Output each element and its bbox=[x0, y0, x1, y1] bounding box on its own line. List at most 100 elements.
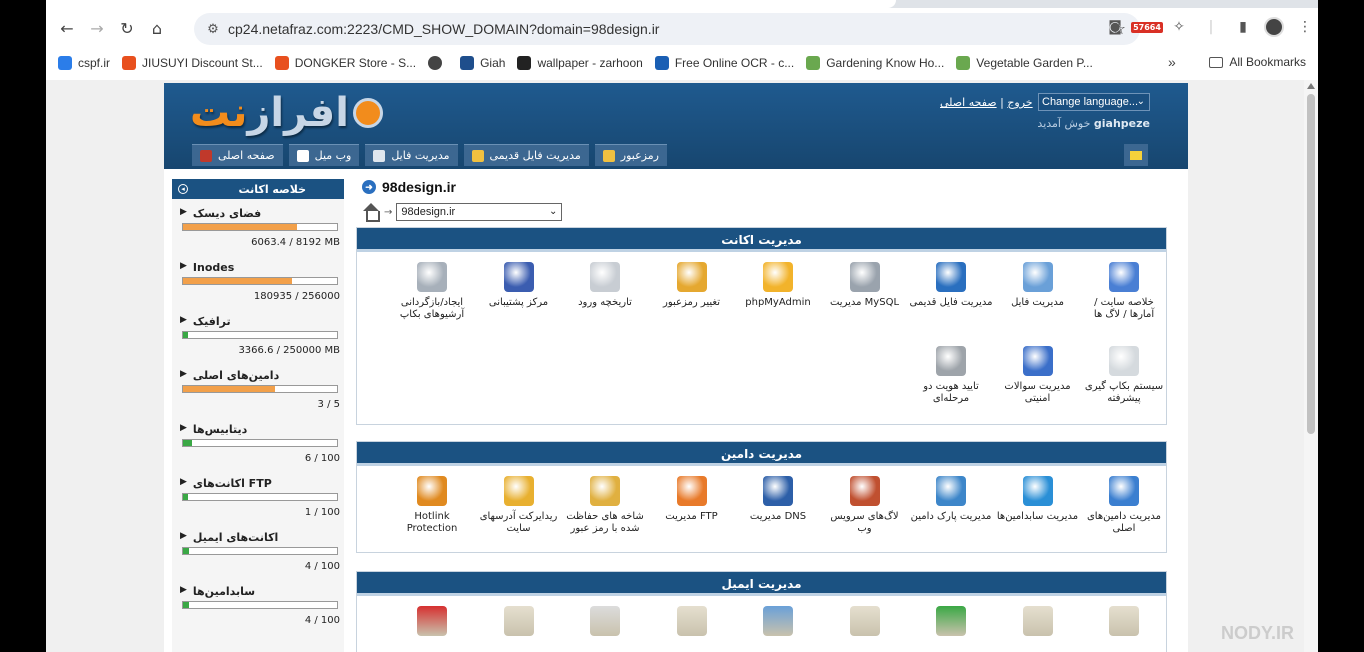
page-scrollbar[interactable] bbox=[1304, 80, 1318, 652]
email-tile[interactable] bbox=[736, 606, 820, 641]
email-tile[interactable] bbox=[563, 606, 647, 641]
sidebar-stat: ▶ سابدامین‌ها 4 / 100 bbox=[172, 577, 344, 631]
sidebar-stat-title[interactable]: ▶ اکانت‌های FTP bbox=[180, 477, 272, 490]
sidebar-stat-title[interactable]: ▶ ترافیک bbox=[180, 315, 231, 328]
sidebar-stat-title[interactable]: ▶ دامین‌های اصلی bbox=[180, 369, 279, 382]
email-tile[interactable] bbox=[823, 606, 907, 641]
home-icon[interactable]: ⌂ bbox=[142, 13, 172, 43]
home-icon[interactable] bbox=[362, 203, 380, 222]
web-log-tile[interactable]: لاگ‌های سرویس وب bbox=[823, 476, 907, 535]
bookmark-item[interactable]: cspf.ir bbox=[58, 56, 110, 70]
side-panel-icon[interactable]: ▮ bbox=[1232, 16, 1254, 38]
subdomains-tile[interactable]: مدیریت سابدامین‌ها bbox=[996, 476, 1080, 523]
support-icon bbox=[503, 262, 534, 292]
email-tile[interactable] bbox=[909, 606, 993, 641]
two-factor-tile[interactable]: تایید هویت دو مرحله‌ای bbox=[909, 346, 993, 405]
gmail-extension-icon[interactable]: 57664 bbox=[1131, 16, 1163, 38]
advanced-backup-icon bbox=[1109, 346, 1139, 376]
menu-icon[interactable]: ⋮ bbox=[1294, 16, 1316, 38]
extensions-icon[interactable]: ✧ bbox=[1168, 16, 1190, 38]
control-panel: افرازنت خروج | صفحه اصلی Change language… bbox=[164, 83, 1188, 652]
site-info-icon[interactable]: ⚙ bbox=[198, 22, 228, 37]
nav-tab-label: وب میل bbox=[314, 149, 352, 162]
messages-button[interactable] bbox=[1124, 144, 1148, 166]
sidebar-stat-title[interactable]: ▶ دیتابیس‌ها bbox=[180, 423, 247, 436]
scrollbar-thumb[interactable] bbox=[1307, 94, 1315, 434]
nav-tab[interactable]: صفحه اصلی bbox=[192, 144, 283, 166]
sidebar-stat-title[interactable]: ▶ اکانت‌های ایمیل bbox=[180, 531, 278, 544]
sidebar-stat: ▶ دامین‌های اصلی 3 / 5 bbox=[172, 361, 344, 415]
sidebar-stat-title[interactable]: ▶ سابدامین‌ها bbox=[180, 585, 255, 598]
file-manager-tile[interactable]: مدیریت فایل bbox=[996, 262, 1080, 309]
logout-link[interactable]: خروج bbox=[1007, 96, 1032, 109]
redirect-tile[interactable]: ریدایرکت آدرسهای سایت bbox=[477, 476, 561, 535]
sidebar-stat-title[interactable]: ▶ فضای دیسک bbox=[180, 207, 261, 220]
tile-label: تاریخچه ورود bbox=[578, 297, 632, 308]
nav-tab[interactable]: رمزعبور bbox=[594, 144, 667, 166]
forward-icon[interactable]: → bbox=[82, 13, 112, 43]
nav-tab-icon bbox=[200, 149, 212, 162]
ftp-tile[interactable]: مدیریت FTP bbox=[650, 476, 734, 523]
nav-tab[interactable]: مدیریت فایل قدیمی bbox=[463, 144, 589, 166]
bookmark-item[interactable]: wallpaper - zarhoon bbox=[517, 56, 643, 70]
bookmark-item[interactable]: Giah bbox=[460, 56, 505, 70]
email-tile[interactable] bbox=[650, 606, 734, 641]
bookmark-item[interactable]: DONGKER Store - S... bbox=[274, 56, 416, 70]
scroll-up-icon[interactable] bbox=[1307, 83, 1315, 89]
email-tile[interactable] bbox=[1082, 606, 1166, 641]
login-history-tile[interactable]: تاریخچه ورود bbox=[563, 262, 647, 309]
home-link[interactable]: صفحه اصلی bbox=[940, 96, 997, 109]
support-tile[interactable]: مرکز پشتیبانی bbox=[477, 262, 561, 309]
dns-icon bbox=[763, 476, 793, 506]
backup-tile[interactable]: ایجاد/بازگردانی آرشیوهای بکاپ bbox=[390, 262, 474, 321]
more-bookmarks-button[interactable]: » bbox=[1168, 54, 1176, 70]
collapse-icon[interactable]: ◂ bbox=[178, 184, 188, 194]
protected-dir-tile[interactable]: شاخه های حفاظت شده با رمز عبور bbox=[563, 476, 647, 535]
email-tile[interactable] bbox=[996, 606, 1080, 641]
protected-dir-icon bbox=[590, 476, 620, 506]
sidebar-header[interactable]: ◂ خلاصه اکانت bbox=[172, 179, 344, 199]
phpmyadmin-tile[interactable]: phpMyAdmin bbox=[736, 262, 820, 309]
address-bar[interactable]: ⚙ cp24.netafraz.com:2223/CMD_SHOW_DOMAIN… bbox=[194, 13, 1140, 45]
back-icon[interactable]: ← bbox=[52, 13, 82, 43]
usage-value: 180935 / 256000 bbox=[253, 291, 340, 302]
url-text[interactable]: cp24.netafraz.com:2223/CMD_SHOW_DOMAIN?d… bbox=[228, 21, 659, 37]
database-tile[interactable]: مدیریت MySQL bbox=[823, 262, 907, 309]
chevron-down-icon: ⌄ bbox=[1136, 96, 1145, 107]
bookmark-favicon-icon bbox=[517, 56, 532, 70]
netafraz-logo[interactable]: افرازنت bbox=[190, 89, 383, 137]
bookmark-item[interactable]: Free Online OCR - c... bbox=[654, 56, 794, 70]
sidebar-stat-title[interactable]: ▶ Inodes bbox=[180, 261, 234, 274]
bookmark-item[interactable]: JIUSUYI Discount St... bbox=[122, 56, 263, 70]
parked-domain-tile[interactable]: مدیریت پارک دامین bbox=[909, 476, 993, 523]
usage-value: 4 / 100 bbox=[304, 615, 340, 626]
lock-icon bbox=[676, 262, 707, 292]
camera-icon[interactable]: ◙ bbox=[1104, 16, 1126, 38]
tile-label: مدیریت سوالات امنیتی bbox=[1004, 381, 1071, 404]
nav-tab[interactable]: مدیریت فایل bbox=[365, 144, 458, 166]
tile-label: مدیریت FTP bbox=[665, 511, 718, 522]
hotlink-tile[interactable]: Hotlink Protection bbox=[390, 476, 474, 535]
language-select[interactable]: Change language... ⌄ bbox=[1038, 93, 1150, 111]
old-file-manager-tile[interactable]: مدیریت فایل قدیمی bbox=[909, 262, 993, 309]
lock-tile[interactable]: تغییر رمزعبور bbox=[650, 262, 734, 309]
section-header: مدیریت ایمیل bbox=[357, 572, 1166, 596]
reload-icon[interactable]: ↻ bbox=[112, 13, 142, 43]
advanced-backup-tile[interactable]: سیستم بکاپ گیری پیشرفته bbox=[1082, 346, 1166, 405]
bookmark-item[interactable]: Gardening Know Ho... bbox=[806, 56, 944, 70]
usage-progress-bar bbox=[182, 385, 338, 393]
all-bookmarks-button[interactable]: All Bookmarks bbox=[1209, 55, 1306, 69]
dns-tile[interactable]: مدیریت DNS bbox=[736, 476, 820, 523]
stats-tile[interactable]: خلاصه سایت / آمارها / لاگ ها bbox=[1082, 262, 1166, 321]
email-icon bbox=[936, 606, 966, 636]
nav-tab[interactable]: وب میل bbox=[288, 144, 360, 166]
domain-select[interactable]: 98design.ir ⌄ bbox=[396, 203, 563, 221]
email-tile[interactable] bbox=[390, 606, 474, 641]
bookmark-item[interactable]: Vegetable Garden P... bbox=[956, 56, 1093, 70]
file-manager-icon bbox=[1022, 262, 1053, 292]
security-question-tile[interactable]: مدیریت سوالات امنیتی bbox=[996, 346, 1080, 405]
email-tile[interactable] bbox=[477, 606, 561, 641]
bookmark-item[interactable] bbox=[428, 56, 448, 70]
domains-tile[interactable]: مدیریت دامین‌های اصلی bbox=[1082, 476, 1166, 535]
profile-avatar[interactable] bbox=[1264, 17, 1284, 37]
